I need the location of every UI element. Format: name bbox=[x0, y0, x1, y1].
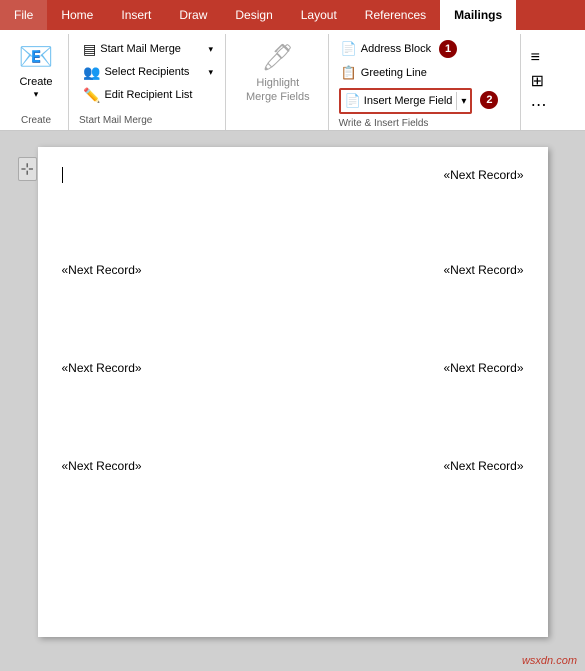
tab-draw[interactable]: Draw bbox=[165, 0, 221, 30]
move-handle[interactable]: ⊹ bbox=[18, 157, 37, 181]
insert-merge-field-dropdown[interactable]: ▾ bbox=[456, 92, 466, 110]
merge-field-4-left: «Next Record» bbox=[62, 459, 142, 473]
extra-btn-3[interactable]: ⋯ bbox=[527, 93, 551, 117]
merge-field-2-right: «Next Record» bbox=[443, 263, 523, 277]
document-page: ⊹ «Next Record» «Next Record» «Next Reco… bbox=[38, 147, 548, 637]
highlight-icon: 🖊 bbox=[261, 42, 294, 73]
select-recipients-button[interactable]: 👥 Select Recipients ▾ bbox=[79, 61, 217, 83]
extra-btn-2[interactable]: ⊞ bbox=[527, 69, 551, 93]
watermark: wsxdn.com bbox=[522, 655, 577, 667]
badge-2: 2 bbox=[480, 91, 498, 109]
start-mail-merge-button[interactable]: ▤ Start Mail Merge ▾ bbox=[79, 38, 217, 60]
extra-right-group: ≡ ⊞ ⋯ bbox=[523, 34, 555, 130]
merge-field-3-right: «Next Record» bbox=[443, 361, 523, 375]
address-block-icon: 📄 bbox=[341, 41, 357, 57]
ribbon: 📧 Create ▾ Create ▤ Start Mail Merge ▾ 👥… bbox=[0, 30, 585, 131]
merge-field-4-right: «Next Record» bbox=[443, 459, 523, 473]
doc-row-3: «Next Record» «Next Record» bbox=[62, 361, 524, 375]
tab-layout[interactable]: Layout bbox=[287, 0, 351, 30]
tab-bar: File Home Insert Draw Design Layout Refe… bbox=[0, 0, 585, 30]
badge-1: 1 bbox=[439, 40, 457, 58]
start-mail-merge-group: ▤ Start Mail Merge ▾ 👥 Select Recipients… bbox=[71, 34, 226, 130]
tab-home[interactable]: Home bbox=[47, 0, 107, 30]
address-block-button[interactable]: 📄 Address Block 1 bbox=[339, 38, 512, 60]
create-group-label: Create bbox=[21, 111, 51, 128]
start-mail-merge-label: Start Mail Merge bbox=[79, 111, 152, 128]
highlight-merge-fields-button[interactable]: 🖊 HighlightMerge Fields bbox=[236, 38, 320, 108]
tab-insert[interactable]: Insert bbox=[107, 0, 165, 30]
select-recipients-icon: 👥 bbox=[83, 64, 100, 81]
create-button[interactable]: 📧 Create ▾ bbox=[12, 38, 60, 102]
write-insert-group: 📄 Address Block 1 📋 Greeting Line 📄 Inse… bbox=[331, 34, 521, 130]
doc-row-4: «Next Record» «Next Record» bbox=[62, 459, 524, 473]
merge-field-2-left: «Next Record» bbox=[62, 263, 142, 277]
create-group: 📧 Create ▾ Create bbox=[4, 34, 69, 130]
edit-recipient-list-button[interactable]: ✏️ Edit Recipient List bbox=[79, 84, 217, 106]
cursor bbox=[62, 167, 63, 183]
tab-design[interactable]: Design bbox=[221, 0, 286, 30]
merge-field-1-right: «Next Record» bbox=[443, 168, 523, 182]
greeting-line-button[interactable]: 📋 Greeting Line bbox=[339, 62, 512, 84]
insert-merge-field-button[interactable]: 📄 Insert Merge Field ▾ bbox=[339, 88, 473, 114]
write-insert-label: Write & Insert Fields bbox=[339, 114, 429, 131]
document-area: ⊹ «Next Record» «Next Record» «Next Reco… bbox=[0, 131, 585, 671]
tab-file[interactable]: File bbox=[0, 0, 47, 30]
start-mail-merge-icon: ▤ bbox=[83, 41, 96, 58]
tab-references[interactable]: References bbox=[351, 0, 440, 30]
insert-merge-field-icon: 📄 bbox=[345, 93, 361, 109]
doc-row-2: «Next Record» «Next Record» bbox=[62, 263, 524, 277]
tab-mailings[interactable]: Mailings bbox=[440, 0, 516, 30]
edit-recipient-icon: ✏️ bbox=[83, 87, 100, 104]
merge-field-3-left: «Next Record» bbox=[62, 361, 142, 375]
extra-btn-1[interactable]: ≡ bbox=[527, 47, 551, 69]
create-icon: 📧 bbox=[19, 40, 54, 74]
greeting-line-icon: 📋 bbox=[341, 65, 357, 81]
highlight-group: 🖊 HighlightMerge Fields bbox=[228, 34, 329, 130]
doc-row-1: «Next Record» bbox=[62, 167, 524, 183]
